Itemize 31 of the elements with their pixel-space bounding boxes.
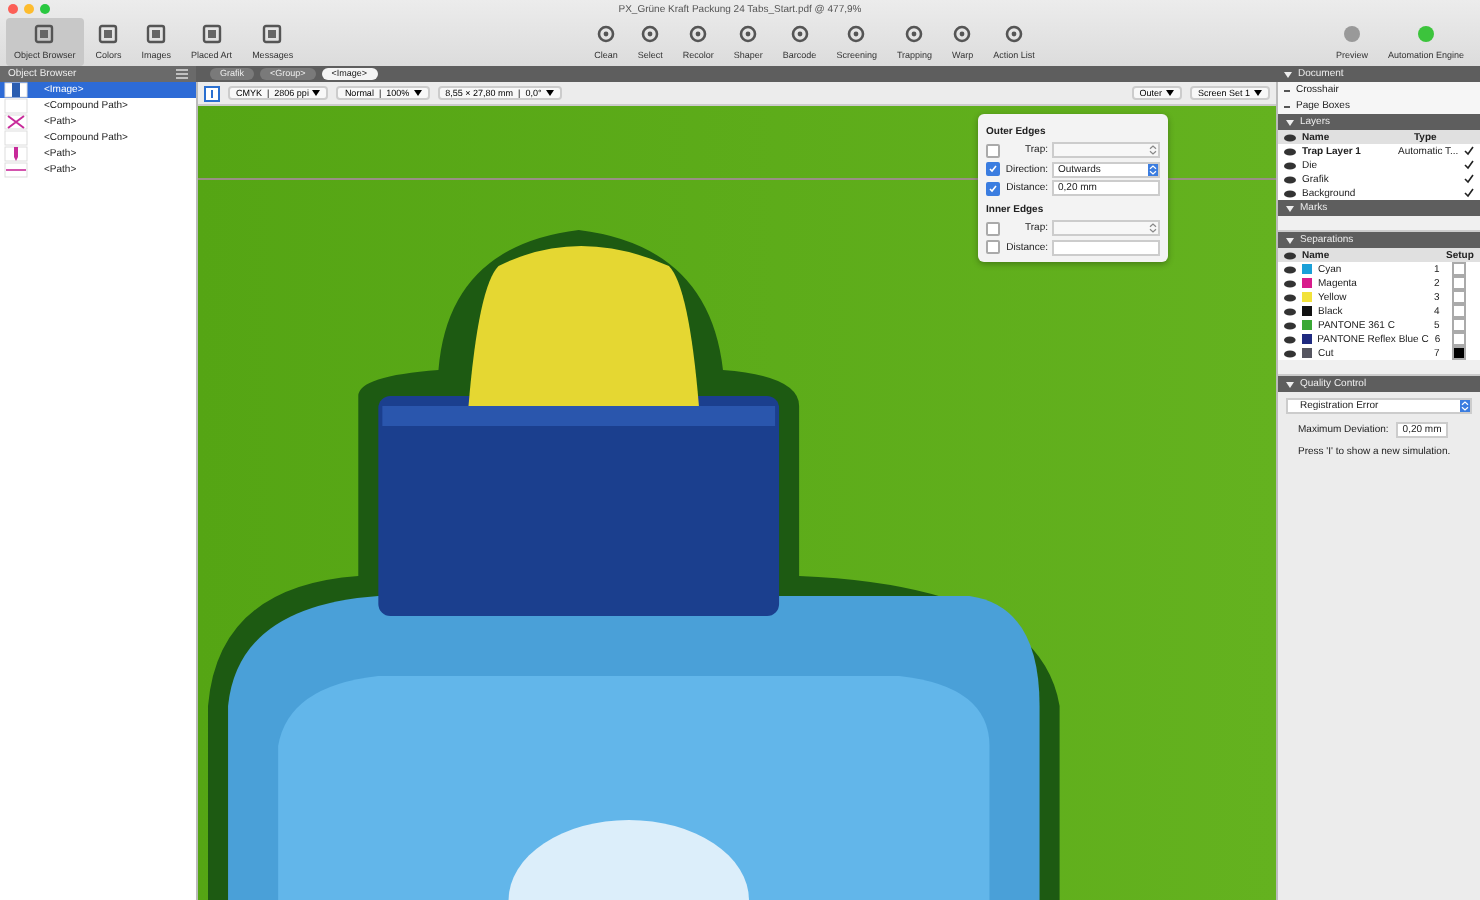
caret-icon — [1165, 90, 1174, 97]
list-icon — [176, 68, 188, 80]
caret-icon — [413, 90, 422, 97]
checkbox[interactable] — [1452, 346, 1466, 360]
caret-icon — [545, 90, 554, 97]
close-button[interactable] — [8, 4, 18, 14]
circle-icon — [1341, 24, 1362, 44]
stepper-arrows-icon — [1148, 144, 1158, 156]
caret-icon — [1286, 119, 1294, 125]
checkbox[interactable] — [1452, 318, 1466, 332]
caret-icon — [1284, 71, 1292, 77]
checkbox[interactable] — [986, 143, 1000, 157]
checkbox[interactable] — [1452, 276, 1466, 290]
caret-icon — [312, 90, 321, 97]
stepper-arrows-icon — [1148, 163, 1158, 175]
checkbox[interactable] — [1452, 332, 1466, 346]
stepper-arrows-icon — [1460, 400, 1470, 412]
checkbox[interactable] — [986, 162, 1000, 176]
checkbox[interactable] — [1452, 290, 1466, 304]
input-field[interactable] — [1052, 239, 1160, 255]
caret-icon — [1286, 381, 1294, 387]
checkbox[interactable] — [986, 240, 1000, 254]
stepper-arrows-icon — [1148, 222, 1158, 234]
caret-icon — [1286, 205, 1294, 211]
checkbox[interactable] — [1452, 262, 1466, 276]
caret-icon — [1286, 237, 1294, 243]
checkbox[interactable] — [986, 221, 1000, 235]
checkbox[interactable] — [986, 181, 1000, 195]
info-icon[interactable] — [204, 85, 220, 101]
caret-icon — [1254, 90, 1262, 97]
checkbox[interactable] — [1452, 304, 1466, 318]
